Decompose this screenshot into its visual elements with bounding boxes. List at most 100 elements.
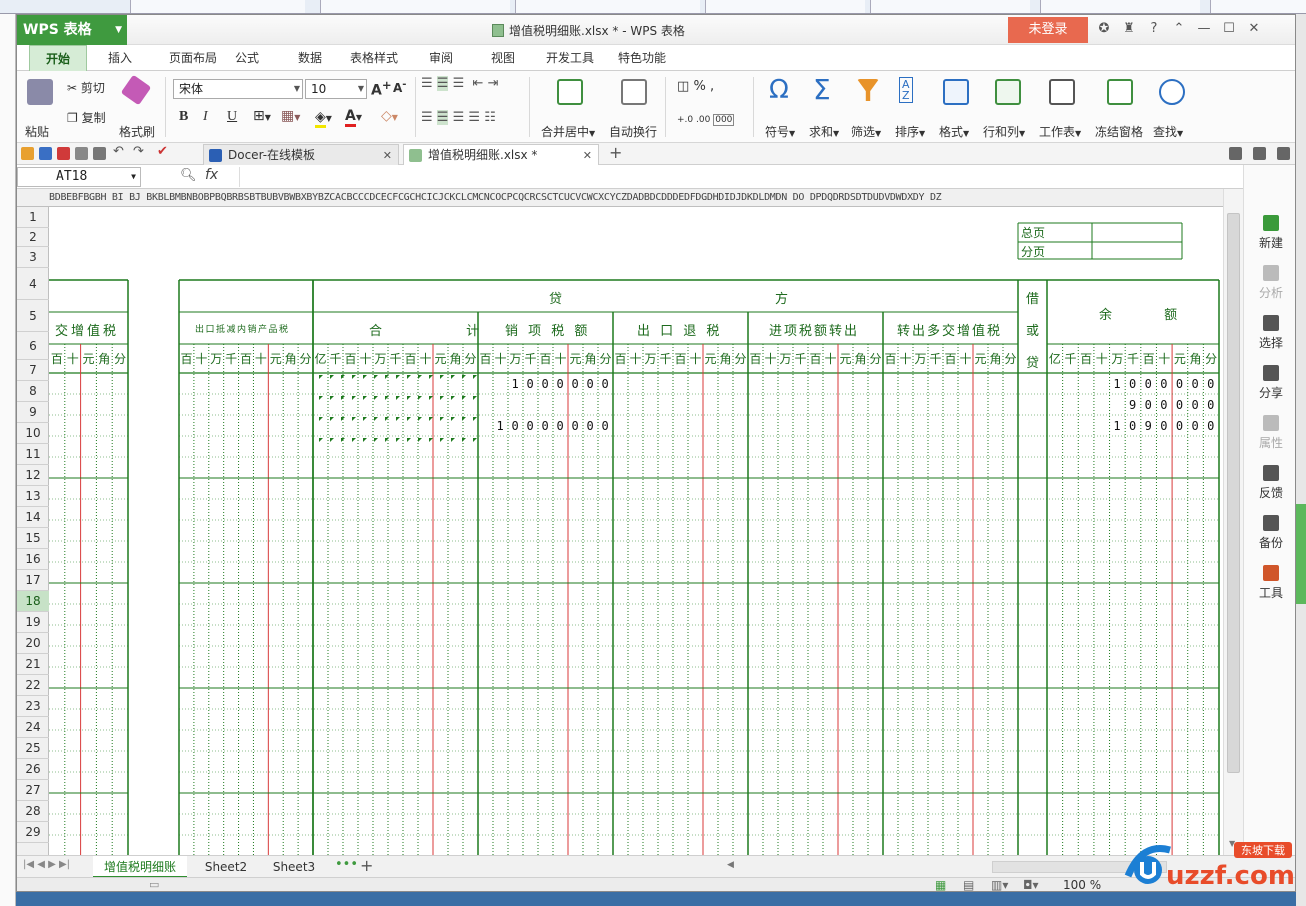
print-preview-icon[interactable]	[93, 147, 106, 160]
symbol-button[interactable]: 符号▼	[765, 123, 795, 140]
eye-protect-icon[interactable]: ◘▾	[1023, 878, 1039, 891]
sheet-tab-ledger[interactable]: 增值税明细账	[93, 856, 187, 878]
font-size-select[interactable]: 10 ▼	[305, 79, 367, 99]
tab-table-style[interactable]: 表格样式	[343, 45, 405, 71]
row-number[interactable]: 22	[17, 675, 49, 696]
merge-center-button[interactable]: 合并居中▼	[541, 123, 595, 140]
align-middle-icon[interactable]: ☰	[436, 76, 449, 91]
cut-button[interactable]: ✂ 剪切	[67, 79, 105, 96]
close-tab-icon[interactable]: ✕	[583, 145, 592, 166]
collapse-ribbon-icon[interactable]: ⌃	[1168, 21, 1190, 36]
tab-developer[interactable]: 开发工具	[537, 45, 603, 71]
row-number[interactable]: 8	[17, 381, 49, 402]
tab-formula[interactable]: 公式	[222, 45, 272, 71]
indent-decrease-icon[interactable]: ⇤	[473, 76, 484, 91]
row-number[interactable]: 3	[17, 247, 49, 268]
font-color-button[interactable]: A▼	[345, 108, 362, 127]
paste-icon[interactable]	[27, 79, 53, 105]
underline-button[interactable]: U	[227, 109, 237, 125]
align-top-icon[interactable]: ☰	[421, 76, 433, 91]
fill-pattern-button[interactable]: ▦▼	[281, 108, 300, 124]
row-number[interactable]: 1	[17, 207, 49, 228]
shirt-icon[interactable]: ♜	[1118, 21, 1140, 36]
sheet-tab-sheet2[interactable]: Sheet2	[193, 856, 259, 878]
bold-button[interactable]: B	[179, 109, 188, 125]
grow-font-button[interactable]: A+	[371, 78, 392, 99]
align-right-icon[interactable]: ☰	[453, 110, 465, 125]
sort-icon[interactable]: AZ	[899, 77, 913, 103]
row-number[interactable]: 9	[17, 402, 49, 423]
row-number[interactable]: 5	[17, 300, 49, 332]
close-tab-icon[interactable]: ✕	[383, 145, 392, 166]
row-number[interactable]: 14	[17, 507, 49, 528]
save-icon[interactable]	[39, 147, 52, 160]
thousands-button[interactable]: 000	[713, 114, 735, 126]
find-icon[interactable]	[1159, 79, 1185, 105]
tab-insert[interactable]: 插入	[91, 45, 149, 71]
side-panel-item[interactable]: 反馈	[1244, 465, 1295, 501]
login-button[interactable]: 未登录	[1008, 17, 1088, 43]
more-sheets-icon[interactable]: •••	[335, 857, 358, 872]
justify-icon[interactable]: ☰	[468, 110, 480, 125]
row-number[interactable]: 27	[17, 780, 49, 801]
side-panel-item[interactable]: 选择	[1244, 315, 1295, 351]
formula-input[interactable]	[239, 167, 1239, 187]
insert-function-button[interactable]: fx	[205, 167, 218, 183]
row-number[interactable]: 7	[17, 360, 49, 381]
row-number[interactable]: 6	[17, 332, 49, 360]
row-header[interactable]: 1 2 3 4 5 6 7 8 9 10 11 12 13 14 15 16 17 18 19 20 21 22 23 24 2…	[17, 207, 49, 855]
doc-tab-spreadsheet[interactable]: 增值税明细账.xlsx * ✕	[403, 144, 599, 165]
hscroll-left-icon[interactable]: ◀	[727, 860, 734, 870]
help-icon[interactable]: ?	[1143, 21, 1165, 36]
tab-home[interactable]: 开始	[29, 45, 87, 71]
omega-icon[interactable]: Ω	[769, 75, 789, 105]
row-number[interactable]: 26	[17, 759, 49, 780]
row-number[interactable]: 16	[17, 549, 49, 570]
format-painter-icon[interactable]	[120, 74, 152, 106]
new-tab-button[interactable]: +	[609, 143, 622, 162]
wrap-text-button[interactable]: 自动换行	[609, 123, 657, 140]
align-bottom-icon[interactable]: ☰	[453, 76, 465, 91]
open-icon[interactable]	[21, 147, 34, 160]
distribute-icon[interactable]: ☷	[484, 110, 496, 125]
add-sheet-button[interactable]: +	[360, 856, 373, 875]
rows-cols-button[interactable]: 行和列▼	[983, 123, 1025, 140]
window-menu-icon[interactable]	[1277, 147, 1290, 160]
skin-icon[interactable]: ✪	[1093, 21, 1115, 36]
minimize-button[interactable]: —	[1193, 21, 1215, 36]
reading-mode-icon[interactable]: ▥▾	[991, 878, 1008, 891]
row-number[interactable]: 23	[17, 696, 49, 717]
doc-tab-docer[interactable]: Docer-在线模板 ✕	[203, 144, 399, 165]
side-panel-item[interactable]: 新建	[1244, 215, 1295, 251]
comma-icon[interactable]: ,	[710, 79, 714, 94]
row-number[interactable]: 28	[17, 801, 49, 822]
row-number[interactable]: 29	[17, 822, 49, 843]
tab-special[interactable]: 特色功能	[609, 45, 675, 71]
copy-button[interactable]: ❐ 复制	[67, 109, 106, 126]
row-number[interactable]: 4	[17, 268, 49, 300]
side-panel-item[interactable]: 备份	[1244, 515, 1295, 551]
clear-format-button[interactable]: ◇▼	[381, 108, 398, 124]
row-number[interactable]: 25	[17, 738, 49, 759]
format-painter-button[interactable]: 格式刷	[119, 123, 155, 140]
indent-increase-icon[interactable]: ⇥	[488, 76, 499, 91]
merge-center-icon[interactable]	[557, 79, 583, 105]
normal-view-icon[interactable]: ▦	[935, 878, 946, 891]
pin-icon[interactable]	[1253, 147, 1266, 160]
format-button[interactable]: 格式▼	[939, 123, 969, 140]
app-menu-button[interactable]: WPS 表格 ▼	[17, 15, 127, 45]
record-macro-icon[interactable]: ▭	[149, 878, 159, 891]
tab-view[interactable]: 视图	[479, 45, 527, 71]
side-panel-item[interactable]: 分享	[1244, 365, 1295, 401]
row-number[interactable]: 12	[17, 465, 49, 486]
percent-button[interactable]: %	[693, 79, 705, 94]
row-number[interactable]: 11	[17, 444, 49, 465]
customize-icon[interactable]: ✔	[157, 144, 170, 159]
font-name-select[interactable]: 宋体 ▼	[173, 79, 303, 99]
decrease-decimal-icon[interactable]: .00	[696, 115, 710, 125]
sum-button[interactable]: 求和▼	[809, 123, 839, 140]
tab-review[interactable]: 审阅	[417, 45, 465, 71]
row-number[interactable]: 24	[17, 717, 49, 738]
side-panel-item[interactable]: 工具	[1244, 565, 1295, 601]
worksheet-icon[interactable]	[1049, 79, 1075, 105]
